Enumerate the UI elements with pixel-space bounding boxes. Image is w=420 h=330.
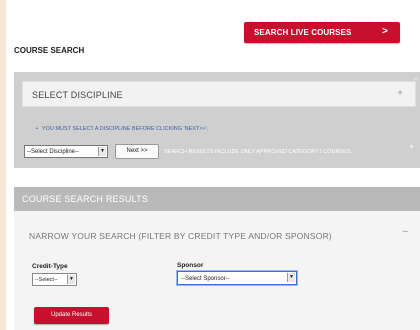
discipline-info-text: SEARCH RESULTS INCLUDE ONLY APPROVED CAT… [164,149,352,155]
next-button[interactable]: Next >> [115,144,159,159]
sponsor-select[interactable]: --Select Sponsor-- ▼ [177,271,297,285]
search-live-courses-button[interactable]: SEARCH LIVE COURSES > [244,22,400,43]
chevron-right-icon: > [382,26,388,37]
update-results-button[interactable]: Update Results [34,307,109,324]
select-discipline-header[interactable]: SELECT DISCIPLINE + [22,81,416,107]
bullet-icon: • [36,126,38,132]
side-plus-icon: + [409,142,414,151]
select-discipline-title: SELECT DISCIPLINE [32,90,123,100]
page-title: COURSE SEARCH [14,46,85,55]
narrow-search-title: NARROW YOUR SEARCH (FILTER BY CREDIT TYP… [29,231,332,241]
select-discipline-panel: – SELECT DISCIPLINE + • YOU MUST SELECT A… [14,72,420,168]
dropdown-arrow-icon: ▼ [98,147,106,156]
credit-type-select[interactable]: --Select-- ▼ [32,273,77,286]
dropdown-arrow-icon: ▼ [67,275,75,284]
credit-type-label: Credit-Type [32,263,68,270]
sponsor-select-value: --Select Sponsor-- [181,276,230,282]
dropdown-arrow-icon: ▼ [287,273,295,282]
discipline-note: • YOU MUST SELECT A DISCIPLINE BEFORE CLI… [36,126,208,132]
discipline-select-value: --Select Discipline-- [27,149,80,155]
collapse-minus-icon[interactable]: – [402,226,408,237]
course-search-results-header[interactable]: COURSE SEARCH RESULTS [14,187,420,211]
expand-plus-icon[interactable]: + [397,88,403,99]
narrow-search-panel: NARROW YOUR SEARCH (FILTER BY CREDIT TYP… [14,211,420,330]
discipline-note-text: YOU MUST SELECT A DISCIPLINE BEFORE CLIC… [41,126,209,132]
credit-type-select-value: --Select-- [35,277,58,283]
discipline-select[interactable]: --Select Discipline-- ▼ [24,145,108,158]
course-search-results-title: COURSE SEARCH RESULTS [22,194,149,204]
search-live-courses-label: SEARCH LIVE COURSES [254,28,352,37]
sponsor-label: Sponsor [177,262,204,269]
